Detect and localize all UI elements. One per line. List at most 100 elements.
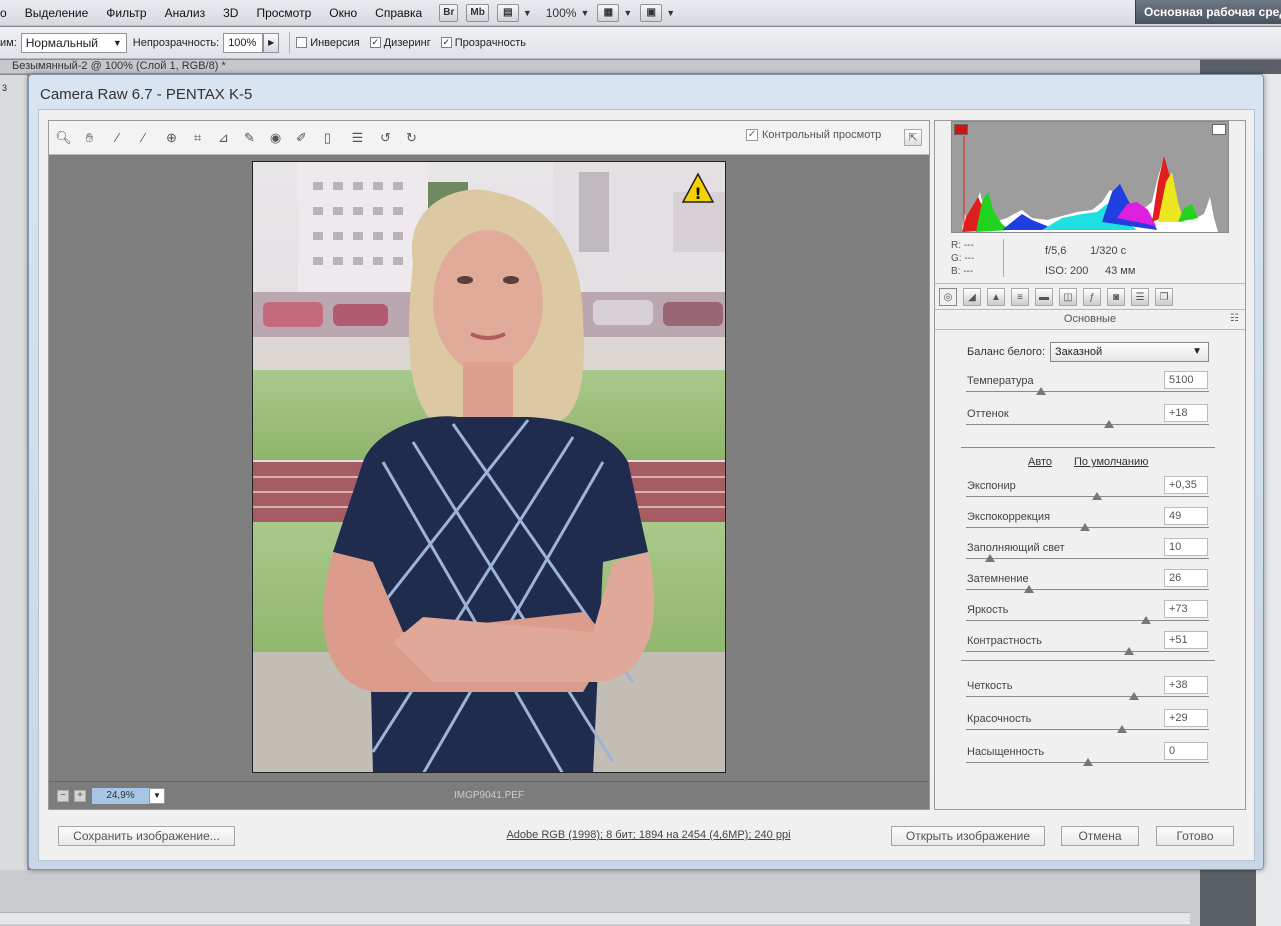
slider-thumb[interactable] xyxy=(1082,758,1093,766)
minibridge-button[interactable]: Mb xyxy=(466,3,489,22)
slider-track[interactable] xyxy=(966,692,1209,700)
slider-track[interactable] xyxy=(966,554,1209,562)
slider-value-field[interactable]: +51 xyxy=(1164,631,1208,649)
tab-effects-icon[interactable]: ƒ xyxy=(1083,288,1101,306)
cancel-button[interactable]: Отмена xyxy=(1061,826,1139,846)
spot-removal-icon[interactable]: ✎ xyxy=(241,129,258,146)
tab-presets-icon[interactable]: ☰ xyxy=(1131,288,1149,306)
slider-value-field[interactable]: 5100 xyxy=(1164,371,1208,389)
slider-thumb[interactable] xyxy=(1092,492,1103,500)
tab-detail-icon[interactable]: ▲ xyxy=(987,288,1005,306)
menu-3d[interactable]: 3D xyxy=(214,6,247,20)
shadow-clipping-icon[interactable] xyxy=(954,124,968,135)
tab-snapshots-icon[interactable]: ❐ xyxy=(1155,288,1173,306)
zoom-tool-icon[interactable]: 🔍︎ xyxy=(55,129,72,146)
slider-value-field[interactable]: +38 xyxy=(1164,676,1208,694)
menu-analysis[interactable]: Анализ xyxy=(156,6,215,20)
preview-checkbox[interactable]: ✓ Контрольный просмотр xyxy=(746,129,881,141)
document-tab[interactable]: Безымянный-2 @ 100% (Слой 1, RGB/8) * xyxy=(0,60,1200,74)
workspace-switcher[interactable]: Основная рабочая сред xyxy=(1135,0,1281,24)
slider-value-field[interactable]: 26 xyxy=(1164,569,1208,587)
crop-tool-icon[interactable]: ⌗ xyxy=(189,129,206,146)
view-extras-button[interactable]: ▤ xyxy=(496,3,519,22)
menu-select[interactable]: Выделение xyxy=(16,6,98,20)
menubar: о Выделение Фильтр Анализ 3D Просмотр Ок… xyxy=(0,0,1281,26)
bridge-button[interactable]: Br xyxy=(439,3,459,22)
white-balance-select[interactable]: Заказной ▼ xyxy=(1050,342,1209,362)
tab-tone-curve-icon[interactable]: ◢ xyxy=(963,288,981,306)
tab-camera-calibration-icon[interactable]: ◙ xyxy=(1107,288,1125,306)
slider-track[interactable] xyxy=(966,725,1209,733)
slider-thumb[interactable] xyxy=(1104,420,1115,428)
arrange-documents-button[interactable]: ▦ xyxy=(597,3,620,22)
chevron-down-icon[interactable]: ▼ xyxy=(623,8,632,18)
menu-window[interactable]: Окно xyxy=(320,6,366,20)
photo-preview[interactable]: ! xyxy=(252,161,726,773)
slider-thumb[interactable] xyxy=(1080,523,1091,531)
screen-mode-button[interactable]: ▣ xyxy=(640,3,663,22)
chevron-down-icon[interactable]: ▼ xyxy=(580,8,589,18)
highlight-clipping-icon[interactable] xyxy=(1212,124,1226,135)
slider-track[interactable] xyxy=(966,492,1209,500)
inverse-checkbox[interactable]: Инверсия xyxy=(296,37,360,49)
rotate-right-icon[interactable]: ↻ xyxy=(403,129,420,146)
divider xyxy=(935,309,1245,310)
panel-menu-icon[interactable]: ☷ xyxy=(1230,313,1239,324)
slider-value-field[interactable]: +0,35 xyxy=(1164,476,1208,494)
auto-link[interactable]: Авто xyxy=(1028,456,1052,468)
slider-value-field[interactable]: 49 xyxy=(1164,507,1208,525)
slider-track[interactable] xyxy=(966,585,1209,593)
slider-track[interactable] xyxy=(966,523,1209,531)
tab-basic-icon[interactable]: ◎ xyxy=(939,288,957,306)
graduated-filter-icon[interactable]: ▯ xyxy=(319,129,336,146)
target-adjustment-icon[interactable]: ⊕ xyxy=(163,129,180,146)
slider-thumb[interactable] xyxy=(1036,387,1047,395)
slider-track[interactable] xyxy=(966,420,1209,428)
slider-thumb[interactable] xyxy=(1123,647,1134,655)
slider-thumb[interactable] xyxy=(985,554,996,562)
slider-track[interactable] xyxy=(966,647,1209,655)
slider-thumb[interactable] xyxy=(1140,616,1151,624)
opacity-field[interactable]: 100% xyxy=(223,32,264,53)
dither-checkbox[interactable]: ✓ Дизеринг xyxy=(369,37,431,49)
chevron-down-icon[interactable]: ▼ xyxy=(523,8,532,18)
slider-value-field[interactable]: 0 xyxy=(1164,742,1208,760)
straighten-tool-icon[interactable]: ⊿ xyxy=(215,129,232,146)
slider-label: Температура xyxy=(967,375,1034,387)
default-link[interactable]: По умолчанию xyxy=(1074,456,1148,468)
preferences-icon[interactable]: ☰ xyxy=(349,129,366,146)
slider-value-field[interactable]: +18 xyxy=(1164,404,1208,422)
menu-help[interactable]: Справка xyxy=(366,6,431,20)
slider-thumb[interactable] xyxy=(1024,585,1035,593)
transparency-checkbox[interactable]: ✓ Прозрачность xyxy=(440,37,526,49)
menu-filter[interactable]: Фильтр xyxy=(97,6,155,20)
hand-tool-icon[interactable]: ✋︎ xyxy=(81,129,98,146)
slider-track[interactable] xyxy=(966,387,1209,395)
rotate-left-icon[interactable]: ↺ xyxy=(377,129,394,146)
chevron-down-icon[interactable]: ▼ xyxy=(666,8,675,18)
slider-label: Четкость xyxy=(967,680,1013,692)
red-eye-icon[interactable]: ◉ xyxy=(267,129,284,146)
slider-thumb[interactable] xyxy=(1128,692,1139,700)
tab-lens-corrections-icon[interactable]: ◫ xyxy=(1059,288,1077,306)
tab-hsl-icon[interactable]: ≡ xyxy=(1011,288,1029,306)
horizontal-scrollbar[interactable] xyxy=(0,912,1190,924)
tab-split-toning-icon[interactable]: ▬ xyxy=(1035,288,1053,306)
slider-value-field[interactable]: +73 xyxy=(1164,600,1208,618)
slider-value-field[interactable]: 10 xyxy=(1164,538,1208,556)
slider-track[interactable] xyxy=(966,616,1209,624)
white-balance-tool-icon[interactable]: ⁄ xyxy=(109,129,126,146)
slider-thumb[interactable] xyxy=(1116,725,1127,733)
zoom-level[interactable]: 100% xyxy=(546,6,577,20)
menu-view[interactable]: Просмотр xyxy=(247,6,320,20)
open-image-button[interactable]: Открыть изображение xyxy=(891,826,1045,846)
opacity-arrow-icon[interactable]: ▶ xyxy=(263,32,280,53)
slider-value-field[interactable]: +29 xyxy=(1164,709,1208,727)
slider-track[interactable] xyxy=(966,758,1209,766)
menu-item-0[interactable]: о xyxy=(0,6,16,20)
fullscreen-icon[interactable]: ⇱ xyxy=(904,129,922,146)
adjustment-brush-icon[interactable]: ✐ xyxy=(293,129,310,146)
color-sampler-icon[interactable]: ⁄ xyxy=(135,129,152,146)
blend-mode-select[interactable]: Нормальный ▼ xyxy=(20,32,127,53)
done-button[interactable]: Готово xyxy=(1156,826,1234,846)
